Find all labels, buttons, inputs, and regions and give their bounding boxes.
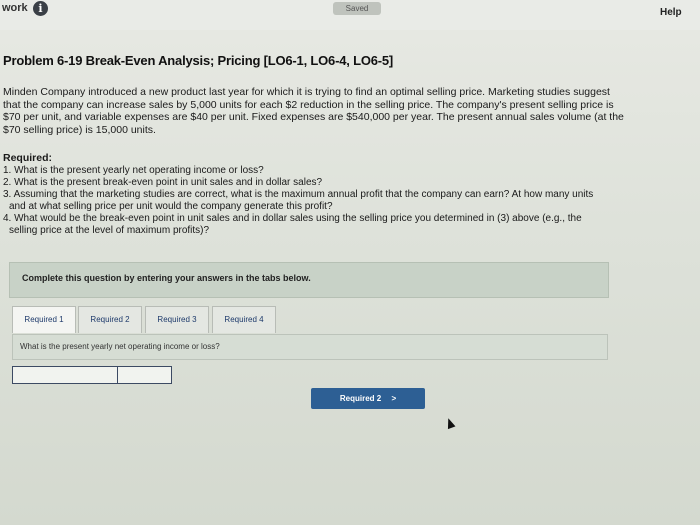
required-item: 1. What is the present yearly net operat… — [3, 165, 264, 176]
tab-required-2[interactable]: Required 2 — [78, 306, 142, 333]
required-item: 3. Assuming that the marketing studies a… — [3, 189, 594, 200]
tab-panel: What is the present yearly net operating… — [12, 334, 608, 360]
required-item: 2. What is the present break-even point … — [3, 177, 323, 188]
problem-intro: Minden Company introduced a new product … — [3, 86, 693, 136]
saved-status-badge: Saved — [333, 2, 381, 15]
required-item: selling price at the level of maximum pr… — [9, 225, 210, 236]
tab-required-1[interactable]: Required 1 — [12, 306, 76, 333]
active-question: What is the present yearly net operating… — [20, 342, 220, 351]
info-icon[interactable]: i — [33, 1, 48, 16]
next-button-label: Required 2 — [339, 394, 382, 403]
instructions-text: Complete this question by entering your … — [22, 273, 311, 283]
required-item: 4. What would be the break-even point in… — [3, 213, 582, 224]
intro-line: $70 per unit, and variable expenses are … — [3, 111, 624, 123]
intro-line: Minden Company introduced a new product … — [3, 86, 610, 98]
intro-line: $70 selling price) is 15,000 units. — [3, 123, 156, 136]
answer-row — [12, 366, 172, 384]
intro-line: that the company can increase sales by 5… — [3, 98, 614, 111]
top-bar: work i Saved Help — [0, 0, 700, 31]
tab-required-4[interactable]: Required 4 — [212, 306, 276, 333]
answer-value-field[interactable] — [118, 367, 171, 383]
required-list: 1. What is the present yearly net operat… — [3, 165, 693, 237]
next-required-button[interactable]: Required 2 > — [311, 388, 425, 409]
answer-label-field[interactable] — [13, 367, 118, 383]
work-label: work — [2, 2, 28, 14]
tab-required-3[interactable]: Required 3 — [145, 306, 209, 333]
problem-title: Problem 6-19 Break-Even Analysis; Pricin… — [3, 53, 394, 68]
main-content: Problem 6-19 Break-Even Analysis; Pricin… — [0, 30, 700, 525]
required-heading: Required: — [3, 152, 53, 164]
chevron-right-icon: > — [391, 394, 397, 403]
instructions-bar: Complete this question by entering your … — [9, 262, 609, 298]
required-item: and at what selling price per unit would… — [9, 201, 333, 212]
mouse-cursor-icon — [444, 416, 456, 430]
help-link[interactable]: Help — [660, 7, 682, 18]
